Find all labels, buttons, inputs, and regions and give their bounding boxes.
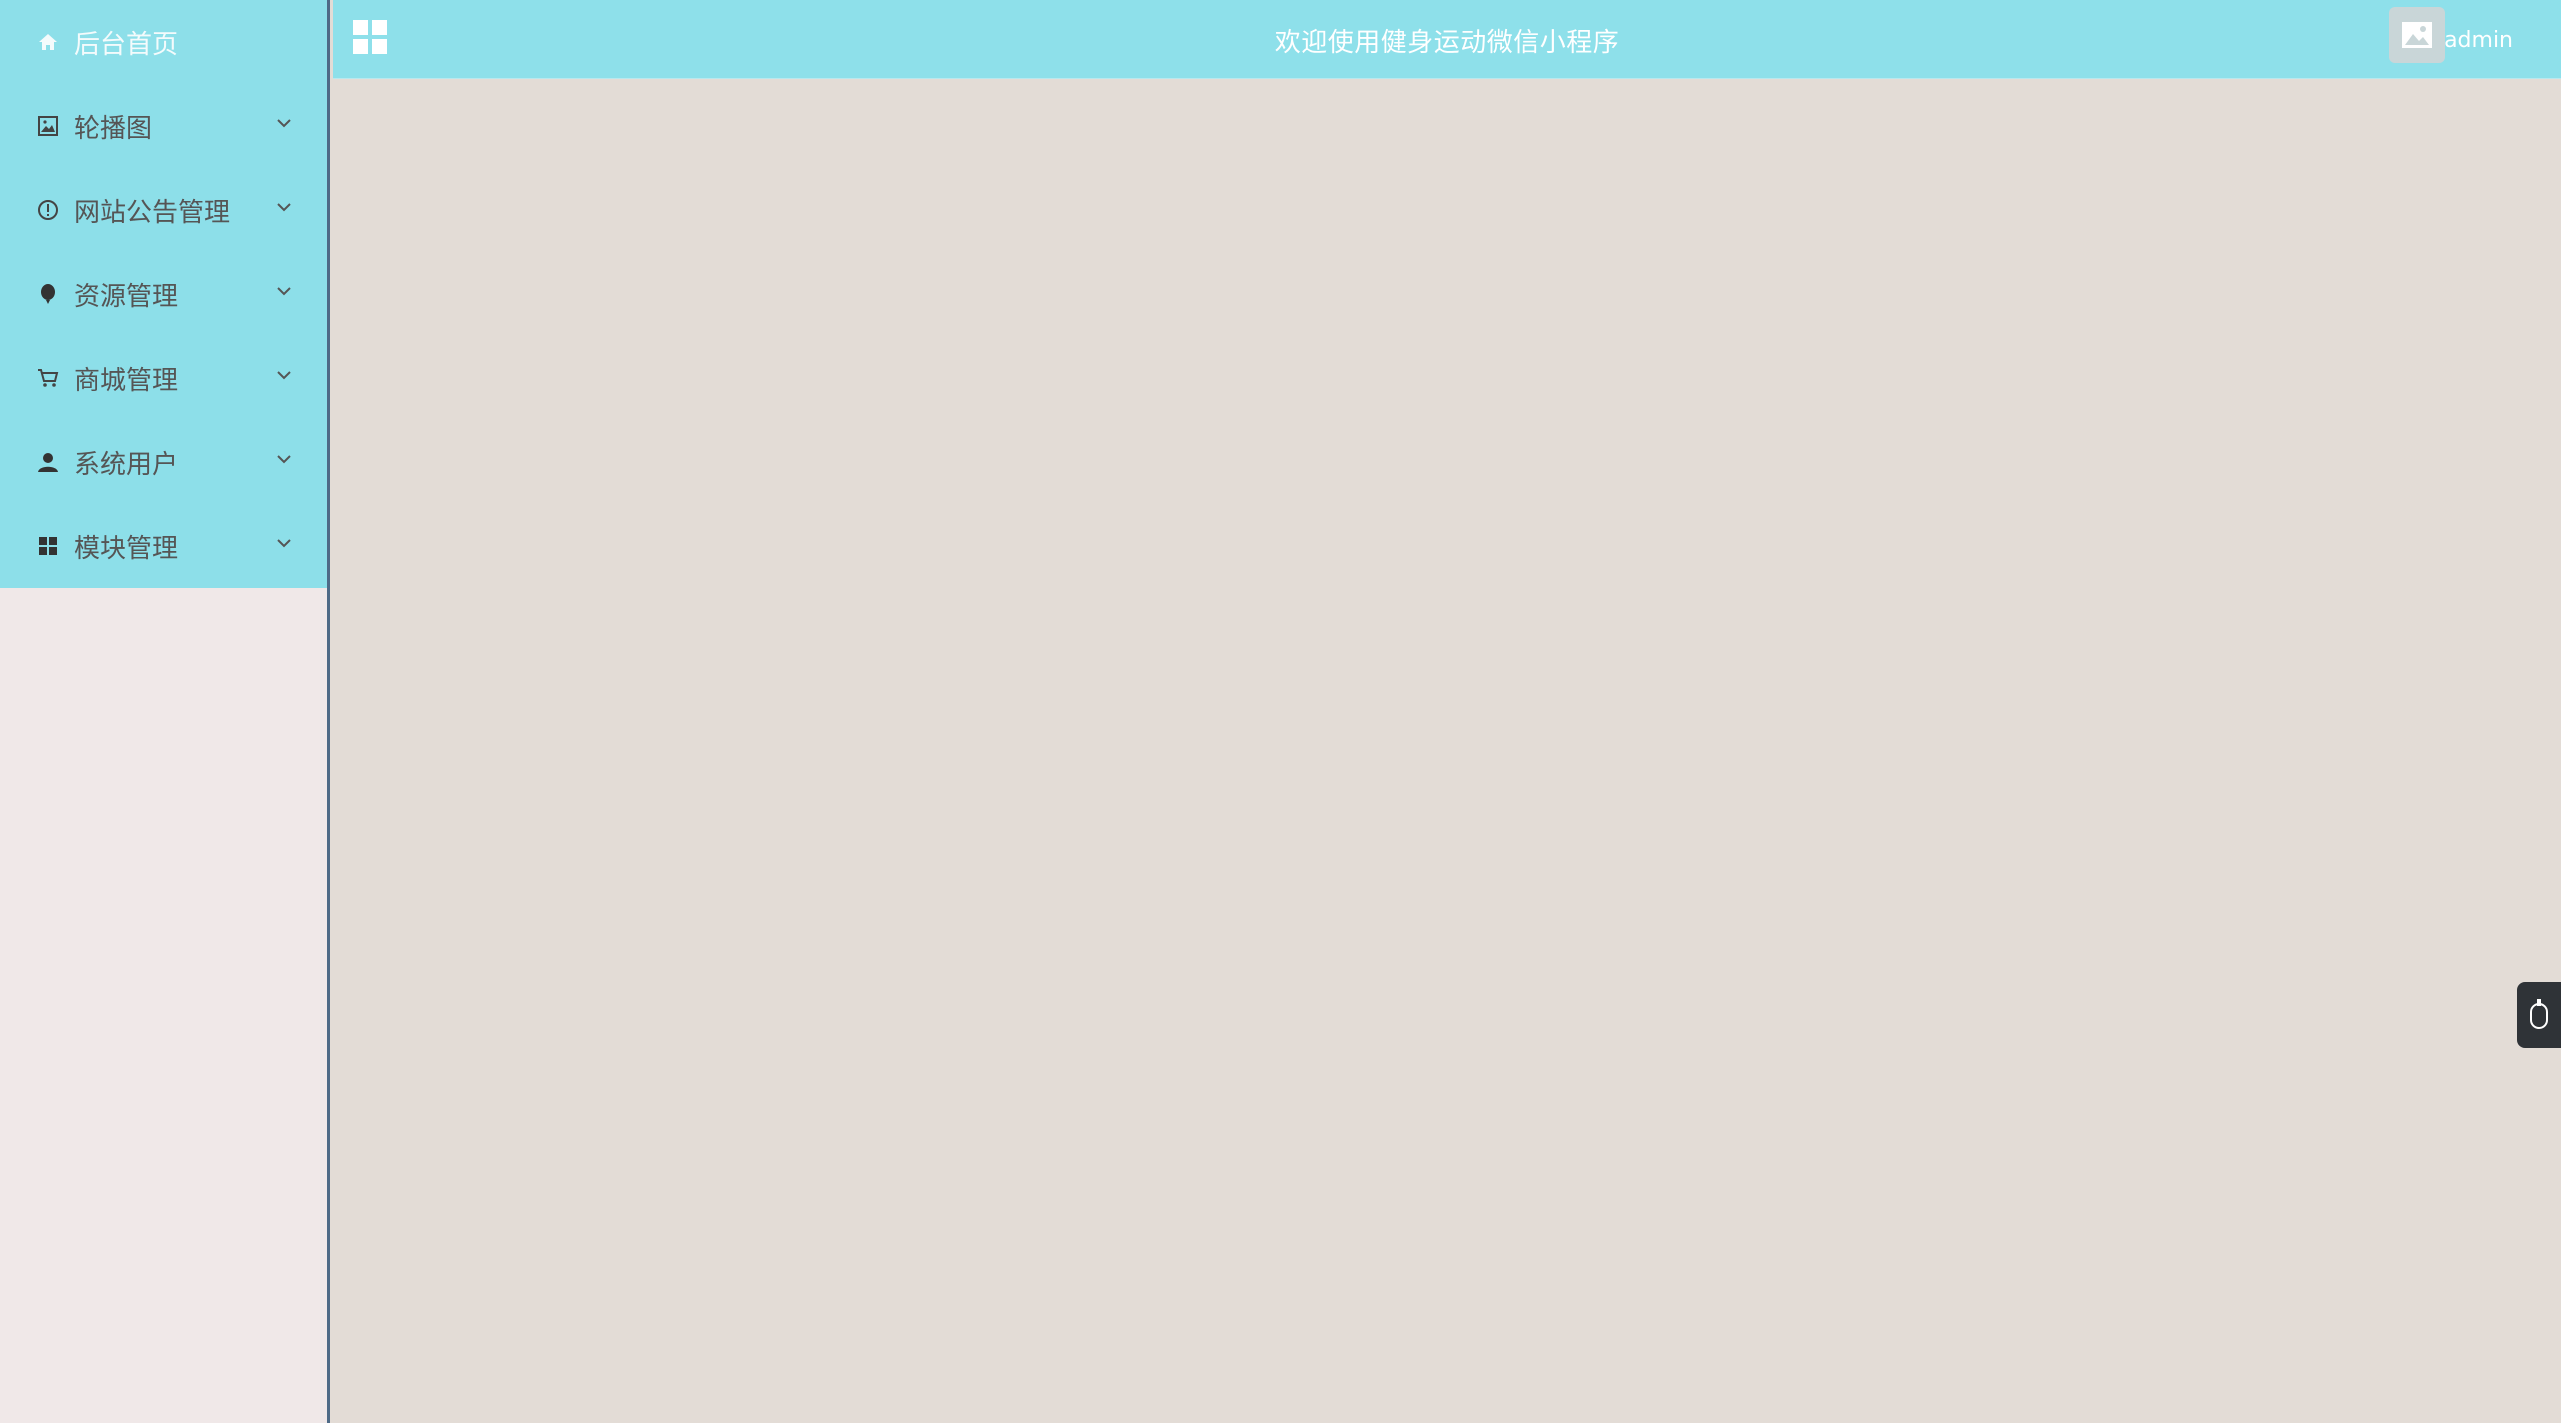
cart-icon [36,366,60,390]
image-placeholder-icon [2402,22,2432,48]
chevron-down-icon [277,287,291,296]
sidebar-item-modules[interactable]: 模块管理 [0,504,327,588]
app-root: 后台首页 轮播图 网站公告管理 资源管理 商城管理 系统用户 模块管理 欢迎使用… [0,0,2561,1423]
main-content [333,79,2561,1423]
sidebar-item-label: 系统用户 [74,449,179,480]
home-icon [36,30,60,54]
chevron-down-icon [277,119,291,128]
mouse-icon [2530,999,2548,1029]
sidebar-item-label: 网站公告管理 [74,197,231,228]
sidebar-item-label: 轮播图 [74,113,153,144]
sidebar-item-users[interactable]: 系统用户 [0,420,327,504]
sidebar-item-resources[interactable]: 资源管理 [0,252,327,336]
sidebar-item-carousel[interactable]: 轮播图 [0,84,327,168]
sidebar-item-shop[interactable]: 商城管理 [0,336,327,420]
balloon-icon [36,282,60,306]
sidebar-item-announcements[interactable]: 网站公告管理 [0,168,327,252]
info-circle-icon [36,198,60,222]
sidebar-item-label: 模块管理 [74,533,179,564]
grid-icon [36,534,60,558]
sidebar: 后台首页 轮播图 网站公告管理 资源管理 商城管理 系统用户 模块管理 [0,0,330,1423]
chevron-down-icon [277,371,291,380]
image-icon [36,114,60,138]
avatar[interactable] [2389,7,2445,63]
floating-tool-button[interactable] [2517,982,2561,1048]
username[interactable]: admin [2444,28,2513,53]
sidebar-item-home[interactable]: 后台首页 [0,0,327,84]
chevron-down-icon [277,203,291,212]
page-title: 欢迎使用健身运动微信小程序 [1274,28,1620,58]
sidebar-item-label: 资源管理 [74,281,179,312]
sidebar-menu: 后台首页 轮播图 网站公告管理 资源管理 商城管理 系统用户 模块管理 [0,0,327,588]
chevron-down-icon [277,539,291,548]
sidebar-item-label: 后台首页 [74,29,179,60]
user-icon [36,450,60,474]
sidebar-item-label: 商城管理 [74,365,179,396]
top-header: 欢迎使用健身运动微信小程序 admin [333,0,2561,79]
chevron-down-icon [277,455,291,464]
